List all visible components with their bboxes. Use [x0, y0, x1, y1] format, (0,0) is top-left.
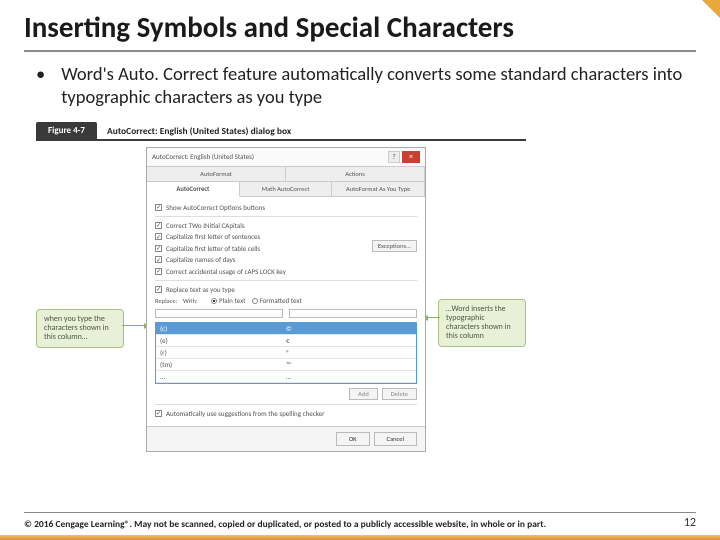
figure-caption: AutoCorrect: English (United States) dia…	[107, 125, 291, 137]
checkbox-icon	[155, 268, 162, 275]
radio-label: Formatted text	[260, 296, 302, 305]
divider	[155, 404, 417, 405]
delete-button[interactable]: Delete	[382, 388, 417, 400]
list-cell: (r)	[160, 348, 286, 357]
radio-label: Plain text	[219, 296, 246, 305]
add-delete-row: Add Delete	[155, 388, 417, 400]
replace-with-row: Replace: With: Plain text Formatted text	[155, 296, 417, 305]
close-button[interactable]: ×	[402, 151, 420, 163]
list-cell: €	[286, 336, 412, 345]
tab-math-autocorrect[interactable]: Math AutoCorrect	[240, 182, 333, 196]
radio-formatted[interactable]	[252, 298, 258, 304]
slide-title: Inserting Symbols and Special Characters	[24, 12, 696, 52]
list-cell: ™	[286, 360, 412, 369]
list-cell: (e)	[160, 336, 286, 345]
check-label: Replace text as you type	[166, 285, 235, 294]
divider	[155, 216, 417, 217]
bullet-text: Word's Auto. Correct feature automatical…	[61, 62, 684, 108]
replace-inputs	[155, 307, 417, 318]
list-cell: ®	[286, 348, 412, 357]
list-item[interactable]: (tm)™	[156, 359, 416, 371]
callout-left: when you type the characters shown in th…	[36, 309, 124, 349]
list-item[interactable]: ...…	[156, 371, 416, 383]
list-item[interactable]: (e)€	[156, 335, 416, 347]
arrow-left-icon	[122, 325, 148, 327]
dialog-titlebar: AutoCorrect: English (United States) ? ×	[147, 148, 425, 167]
check-label: Show AutoCorrect Options buttons	[166, 203, 265, 212]
check-label: Capitalize first letter of sentences	[166, 232, 260, 241]
figure-header: Figure 4-7 AutoCorrect: English (United …	[36, 122, 696, 139]
figure-rule	[36, 139, 526, 141]
replace-label: Replace:	[155, 297, 183, 305]
checkbox-icon	[155, 204, 162, 211]
autocorrect-dialog: AutoCorrect: English (United States) ? ×…	[146, 147, 426, 453]
checkbox-icon	[155, 256, 162, 263]
check-cap-days[interactable]: Capitalize names of days	[155, 255, 417, 264]
dialog-tabs: AutoFormat Actions	[147, 167, 425, 182]
callout-right: …Word inserts the typographic characters…	[438, 299, 526, 348]
bullet-dot: •	[36, 62, 45, 108]
checkbox-icon	[155, 286, 162, 293]
dialog-tabs-row2: AutoCorrect Math AutoCorrect AutoFormat …	[147, 182, 425, 197]
slide-body: Inserting Symbols and Special Characters…	[0, 0, 720, 447]
list-cell: …	[286, 372, 412, 381]
check-caps-lock[interactable]: Correct accidental usage of cAPS LOCK ke…	[155, 267, 417, 276]
check-label: Capitalize first letter of table cells	[166, 244, 260, 253]
arrow-right-icon	[424, 317, 440, 319]
copyright-text: © 2016 Cengage Learning®. May not be sca…	[24, 519, 546, 530]
replace-listbox[interactable]: (c)© (e)€ (r)® (tm)™ ...…	[155, 322, 417, 384]
figure-body: when you type the characters shown in th…	[36, 147, 526, 447]
check-label: Automatically use suggestions from the s…	[166, 409, 325, 418]
dialog-footer: OK Cancel	[147, 426, 425, 451]
ok-button[interactable]: OK	[336, 432, 370, 446]
exceptions-button[interactable]: Exceptions...	[372, 240, 417, 252]
with-label: With:	[183, 297, 205, 305]
page-number: 12	[684, 516, 696, 530]
dialog-title: AutoCorrect: English (United States)	[152, 152, 254, 161]
replace-input[interactable]	[155, 309, 283, 318]
list-cell: (tm)	[160, 360, 286, 369]
radio-plain[interactable]	[211, 298, 217, 304]
check-spell-suggestions[interactable]: Automatically use suggestions from the s…	[155, 409, 417, 418]
figure: Figure 4-7 AutoCorrect: English (United …	[24, 122, 696, 447]
add-button[interactable]: Add	[349, 388, 378, 400]
divider	[155, 280, 417, 281]
check-show-options[interactable]: Show AutoCorrect Options buttons	[155, 203, 417, 212]
checkbox-icon	[155, 245, 162, 252]
checkbox-icon	[155, 410, 162, 417]
list-item[interactable]: (r)®	[156, 347, 416, 359]
list-item[interactable]: (c)©	[156, 323, 416, 335]
list-cell: ©	[286, 324, 412, 333]
checkbox-icon	[155, 222, 162, 229]
checkbox-icon	[155, 233, 162, 240]
with-input[interactable]	[289, 309, 417, 318]
check-label: Correct accidental usage of cAPS LOCK ke…	[166, 267, 286, 276]
tab-actions[interactable]: Actions	[286, 167, 425, 181]
tab-autoformat-as-you-type[interactable]: AutoFormat As You Type	[332, 182, 425, 196]
check-label: Capitalize names of days	[166, 255, 235, 264]
bullet-item: • Word's Auto. Correct feature automatic…	[24, 62, 696, 108]
check-replace-as-type[interactable]: Replace text as you type	[155, 285, 417, 294]
accent-corner	[702, 0, 720, 18]
help-button[interactable]: ?	[388, 151, 400, 163]
tab-autocorrect[interactable]: AutoCorrect	[147, 182, 240, 197]
tab-autoformat[interactable]: AutoFormat	[147, 167, 286, 181]
cancel-button[interactable]: Cancel	[374, 432, 417, 446]
figure-number-tab: Figure 4-7	[36, 122, 97, 139]
dialog-content: Show AutoCorrect Options buttons Correct…	[147, 197, 425, 427]
accent-bottom-line	[0, 535, 720, 540]
list-cell: (c)	[160, 324, 286, 333]
list-cell: ...	[160, 372, 286, 381]
slide-footer: © 2016 Cengage Learning®. May not be sca…	[24, 512, 696, 530]
check-label: Correct TWo INitial CApitals	[166, 221, 245, 230]
check-two-initial[interactable]: Correct TWo INitial CApitals	[155, 221, 417, 230]
